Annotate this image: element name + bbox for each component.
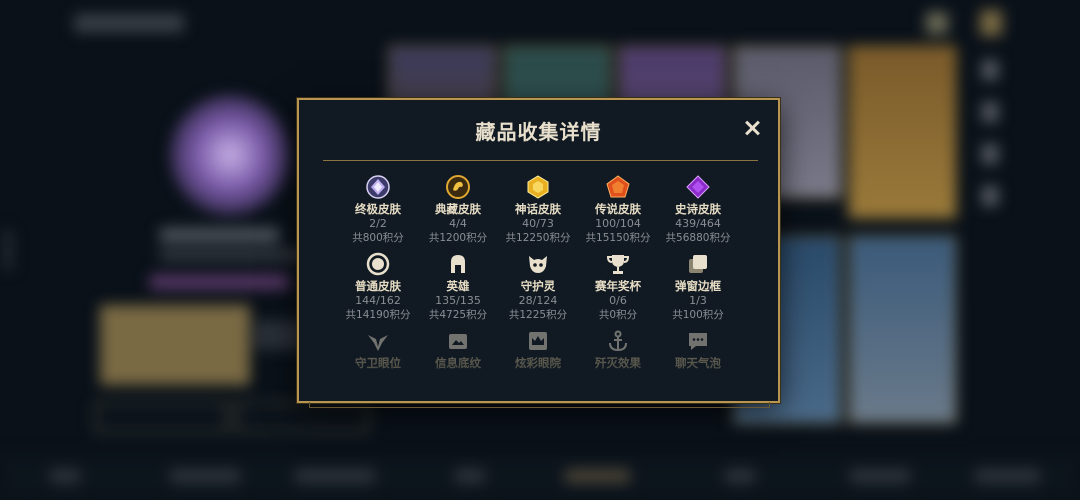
item-name: 聊天气泡	[675, 356, 721, 370]
item-name: 传说皮肤	[595, 202, 641, 216]
collection-item[interactable]: 史诗皮肤 439/464 共56880积分	[658, 174, 738, 245]
item-name: 炫彩眼院	[515, 356, 561, 370]
item-name: 守护灵	[520, 279, 556, 293]
anchor-icon	[605, 328, 631, 354]
item-count: 144/162	[355, 294, 401, 307]
item-count: 2/2	[369, 217, 387, 230]
dialog-title: 藏品收集详情	[475, 120, 602, 144]
item-name: 终极皮肤	[355, 202, 401, 216]
title-divider	[323, 160, 758, 161]
crown-badge-icon	[525, 328, 551, 354]
item-points: 共14190积分	[345, 309, 411, 321]
collection-item[interactable]: 信息底纹	[418, 328, 498, 371]
item-points: 共100积分	[672, 309, 724, 321]
item-count: 40/73	[522, 217, 554, 230]
cat-face-icon	[525, 251, 551, 277]
trophy-icon	[605, 251, 631, 277]
close-button[interactable]	[742, 118, 762, 138]
purple-gem-icon	[685, 174, 711, 200]
collection-item[interactable]: 守卫眼位	[338, 328, 418, 371]
item-count: 0/6	[609, 294, 627, 307]
item-name: 守卫眼位	[355, 356, 401, 370]
item-count: 100/104	[595, 217, 641, 230]
winged-emblem-icon	[365, 328, 391, 354]
item-points: 共1200积分	[428, 232, 488, 244]
item-points: 共1225积分	[508, 309, 568, 321]
item-name: 弹窗边框	[675, 279, 721, 293]
collection-grid: 终极皮肤 2/2 共800积分 典藏皮肤 4/4 共1200积分 神话皮肤 40…	[338, 174, 738, 377]
side-toolbar	[975, 60, 1005, 230]
collection-item[interactable]: 炫彩眼院	[498, 328, 578, 371]
collection-item[interactable]: 神话皮肤 40/73 共12250积分	[498, 174, 578, 245]
item-name: 典藏皮肤	[435, 202, 481, 216]
stacked-frames-icon	[685, 251, 711, 277]
collection-item[interactable]: 弹窗边框 1/3 共100积分	[658, 251, 738, 322]
purple-crystal-icon	[365, 174, 391, 200]
top-bar	[60, 8, 1002, 40]
collection-item[interactable]: 终极皮肤 2/2 共800积分	[338, 174, 418, 245]
item-points: 共0积分	[598, 309, 638, 321]
item-points: 共56880积分	[665, 232, 731, 244]
item-points: 共800积分	[352, 232, 404, 244]
item-count: 28/124	[518, 294, 558, 307]
collection-item[interactable]: 普通皮肤 144/162 共14190积分	[338, 251, 418, 322]
info-card-icon	[445, 328, 471, 354]
chat-bubble-icon	[685, 328, 711, 354]
item-name: 歼灭效果	[595, 356, 641, 370]
item-count: 4/4	[449, 217, 467, 230]
collection-details-dialog: 藏品收集详情 终极皮肤 2/2 共800积分 典藏皮肤 4/4 共1200积分 …	[297, 98, 780, 408]
item-name: 普通皮肤	[355, 279, 401, 293]
item-name: 英雄	[446, 279, 470, 293]
item-count: 1/3	[689, 294, 707, 307]
item-name: 神话皮肤	[515, 202, 561, 216]
item-name: 信息底纹	[435, 356, 481, 370]
item-name: 史诗皮肤	[675, 202, 721, 216]
bottom-nav	[0, 455, 1080, 500]
collection-item[interactable]: 传说皮肤 100/104 共15150积分	[578, 174, 658, 245]
item-points: 共4725积分	[428, 309, 488, 321]
collection-item[interactable]: 英雄 135/135 共4725积分	[418, 251, 498, 322]
gold-gem-icon	[525, 174, 551, 200]
gold-dragon-emblem-icon	[445, 174, 471, 200]
collection-item[interactable]: 聊天气泡	[658, 328, 738, 371]
collection-item[interactable]: 歼灭效果	[578, 328, 658, 371]
profile-emblem	[170, 95, 290, 215]
item-count: 439/464	[675, 217, 721, 230]
item-name: 赛年奖杯	[595, 279, 641, 293]
circle-icon	[365, 251, 391, 277]
helmet-icon	[445, 251, 471, 277]
item-points: 共12250积分	[505, 232, 571, 244]
collection-item[interactable]: 典藏皮肤 4/4 共1200积分	[418, 174, 498, 245]
orange-gem-icon	[605, 174, 631, 200]
collection-item[interactable]: 赛年奖杯 0/6 共0积分	[578, 251, 658, 322]
collection-item[interactable]: 守护灵 28/124 共1225积分	[498, 251, 578, 322]
item-count: 135/135	[435, 294, 481, 307]
item-points: 共15150积分	[585, 232, 651, 244]
